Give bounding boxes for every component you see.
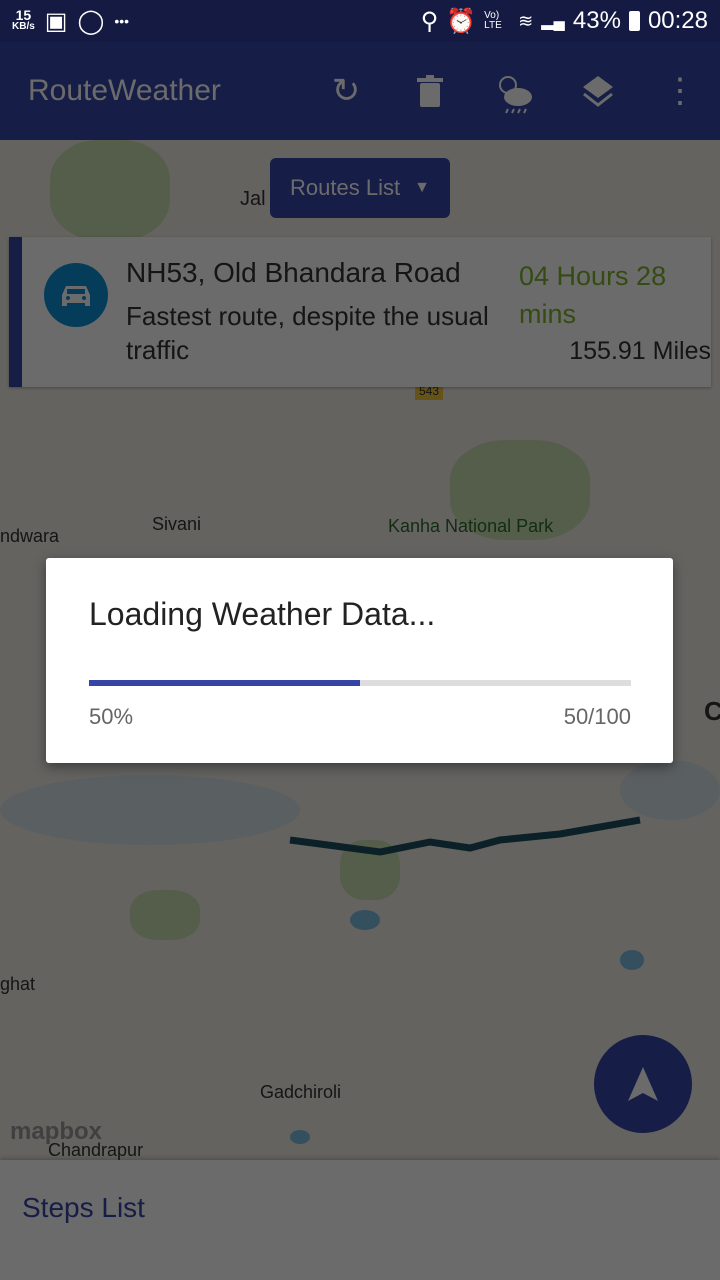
layers-icon[interactable] [556, 74, 640, 108]
progress-count: 50/100 [563, 704, 631, 729]
map-label: ghat [0, 974, 36, 994]
clock: 00:28 [647, 7, 708, 34]
caret-down-icon: ▼ [414, 179, 430, 196]
app-title: RouteWeather [28, 74, 221, 107]
mapbox-logo: mapbox [10, 1118, 103, 1145]
weather-cloud [0, 775, 300, 845]
map-label: Gadchiroli [260, 1082, 342, 1102]
signal-icon: ▂▄ [541, 13, 565, 30]
navigation-arrow-icon [628, 1067, 658, 1101]
route-description: Fastest route, despite the usual traffic [126, 301, 489, 365]
navigate-button[interactable] [594, 1035, 692, 1133]
progress-fill [89, 680, 360, 686]
map-label: Kanha National Park [388, 516, 554, 536]
delete-icon[interactable] [388, 75, 472, 107]
routes-list-label: Routes List [290, 175, 401, 200]
battery-percent: 43% [572, 7, 621, 34]
map-label: Jal [240, 188, 266, 210]
refresh-icon[interactable]: ↻ [304, 71, 388, 111]
route-duration: 04 Hours 28 mins [519, 261, 667, 329]
more-icon[interactable]: ⋮ [640, 71, 720, 111]
progress-percent: 50% [89, 704, 134, 729]
location-icon: ⚲ [420, 7, 439, 35]
dialog-title: Loading Weather Data... [89, 596, 436, 632]
weather-cloud [620, 760, 720, 820]
net-speed: 15 KB/s [12, 7, 35, 32]
more-notifications: ••• [114, 13, 130, 29]
map-label: ndwara [0, 526, 60, 546]
app-bar: RouteWeather ↻ ⋮ [0, 42, 720, 140]
map-label: C [704, 696, 720, 726]
volte-indicator: Vo) LTE [484, 10, 502, 31]
routes-list-dropdown[interactable]: Routes List ▼ [270, 158, 450, 218]
alarm-icon: ⏰ [446, 7, 477, 35]
wifi-icon: ≋ [518, 10, 534, 31]
status-bar: 15 KB/s ▣ ◯ ••• ⚲ ⏰ Vo) LTE ≋ ▂▄ 43% 00:2… [0, 0, 720, 42]
battery-icon [628, 11, 640, 31]
car-icon [44, 263, 108, 327]
gallery-icon: ▣ [44, 7, 68, 35]
progress-bar [89, 680, 631, 686]
route-title: NH53, Old Bhandara Road [126, 257, 461, 288]
steps-list-panel[interactable]: Steps List [0, 1160, 720, 1280]
weather-icon[interactable] [472, 67, 556, 115]
loading-dialog: Loading Weather Data... 50% 50/100 [46, 558, 673, 763]
whatsapp-icon: ◯ [77, 7, 105, 35]
steps-list-label: Steps List [22, 1192, 145, 1223]
route-distance: 155.91 Miles [569, 337, 711, 365]
map-label: Sivani [152, 514, 202, 534]
route-card[interactable]: NH53, Old Bhandara Road Fastest route, d… [9, 237, 711, 387]
